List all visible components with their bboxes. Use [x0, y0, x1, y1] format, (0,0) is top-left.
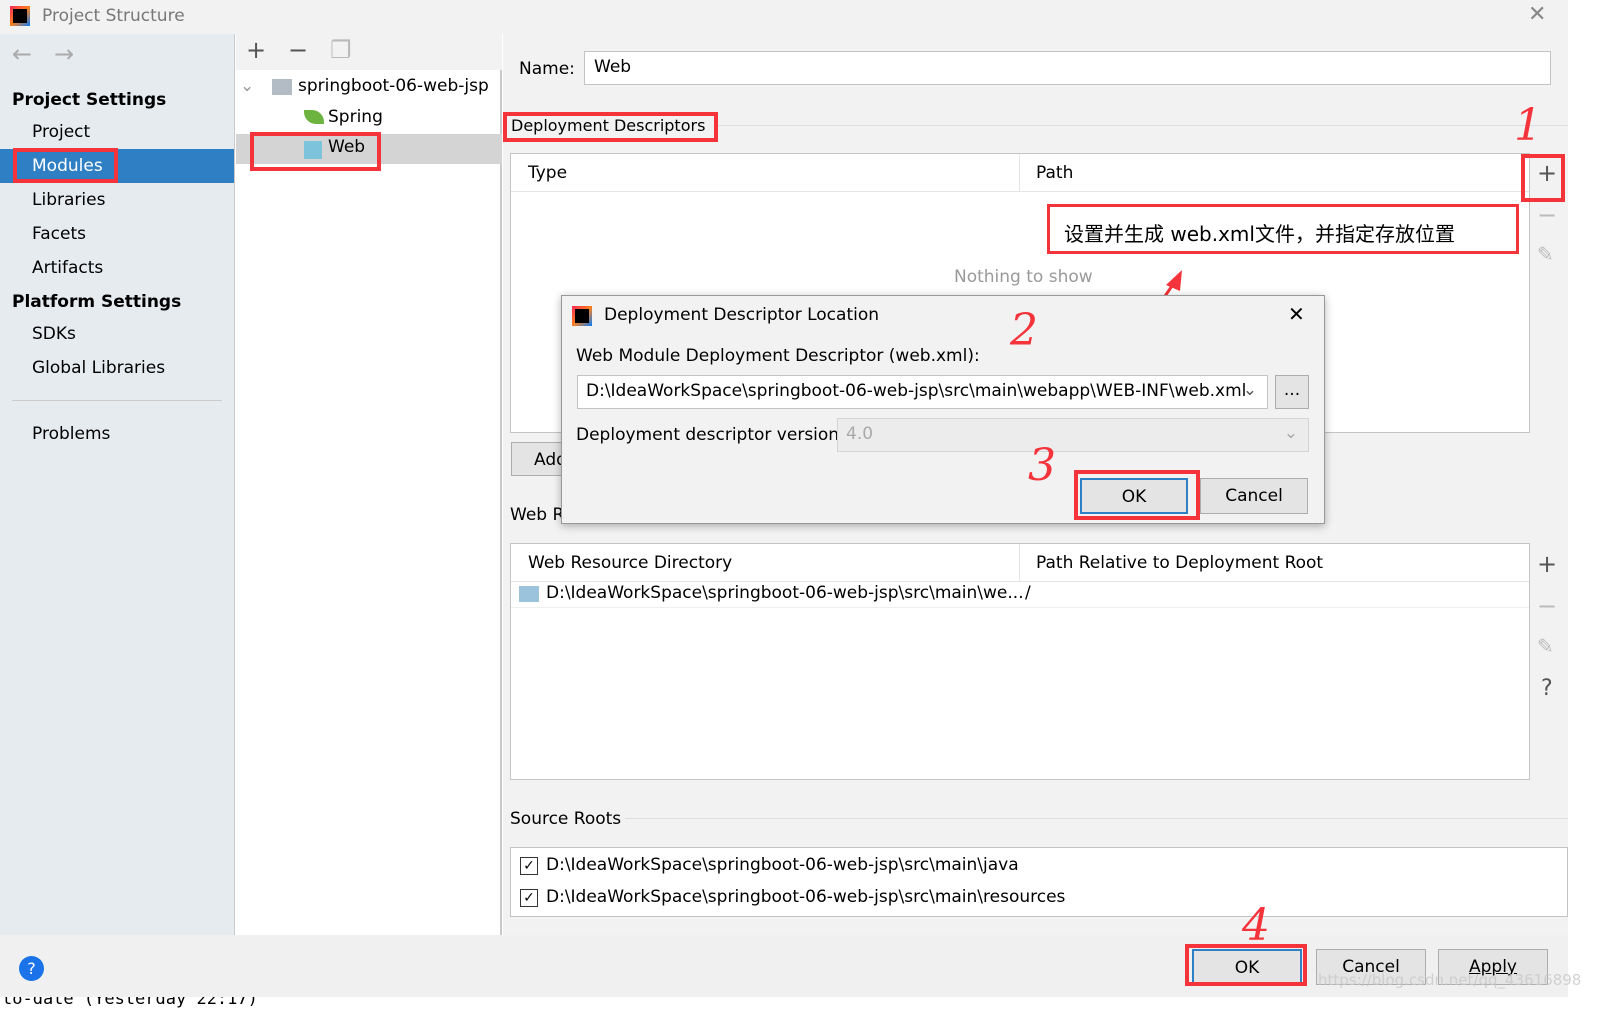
watermark: https://blog.csdn.net/qq_43616898: [1318, 971, 1582, 989]
status-text: to-date (Yesterday 22:17): [2, 997, 258, 1009]
web-resource-table: Web Resource Directory Path Relative to …: [510, 543, 1530, 780]
title-bar: Project Structure ✕: [0, 0, 1568, 34]
sidebar-item-libraries[interactable]: Libraries: [0, 183, 234, 217]
column-path-relative: Path Relative to Deployment Root: [1019, 544, 1323, 582]
add-icon[interactable]: +: [246, 36, 266, 64]
window-title: Project Structure: [42, 6, 185, 26]
name-input[interactable]: Web: [584, 51, 1551, 85]
descriptor-path-combobox[interactable]: D:\IdeaWorkSpace\springboot-06-web-jsp\s…: [577, 375, 1268, 409]
descriptor-path: D:\IdeaWorkSpace\springboot-06-web-jsp\s…: [586, 381, 1247, 401]
dialog-title: Deployment Descriptor Location: [604, 305, 880, 325]
checkbox[interactable]: ✓: [520, 857, 538, 875]
tree-item-spring[interactable]: Spring: [328, 107, 383, 127]
source-root-resources: D:\IdeaWorkSpace\springboot-06-web-jsp\s…: [546, 887, 1066, 907]
tree-item-web-selected[interactable]: Web: [236, 134, 502, 164]
platform-settings-heading: Platform Settings: [12, 292, 182, 312]
sidebar-item-project[interactable]: Project: [0, 115, 234, 149]
intellij-logo-icon: [10, 6, 30, 26]
web-resource-heading: Web R: [510, 505, 565, 525]
source-roots-list: ✓ D:\IdeaWorkSpace\springboot-06-web-jsp…: [510, 847, 1568, 917]
table-header: Type Path: [511, 154, 1529, 192]
sidebar-item-problems[interactable]: Problems: [0, 417, 234, 451]
sidebar-item-modules[interactable]: Modules: [0, 149, 234, 183]
folder-icon: [519, 586, 539, 602]
path-relative: /: [1025, 583, 1031, 603]
back-icon[interactable]: ←: [12, 40, 32, 68]
tree-toolbar: + − ❐: [236, 34, 502, 70]
remove-resource-icon[interactable]: −: [1537, 592, 1557, 620]
divider: [12, 400, 222, 401]
chevron-down-icon: ⌄: [1283, 423, 1298, 443]
table-header: Web Resource Directory Path Relative to …: [511, 544, 1529, 582]
descriptor-label: Web Module Deployment Descriptor (web.xm…: [576, 346, 980, 366]
spring-leaf-icon: [304, 110, 324, 124]
column-path: Path: [1019, 154, 1073, 192]
footer: ? OK Cancel Apply https://blog.csdn.net/…: [0, 935, 1581, 997]
step-1-label: 1: [1514, 100, 1542, 151]
module-folder-icon: [272, 79, 292, 95]
web-resource-directory: D:\IdeaWorkSpace\springboot-06-web-jsp\s…: [546, 583, 1024, 603]
browse-button[interactable]: ...: [1275, 375, 1309, 409]
intellij-logo-icon: [572, 306, 592, 326]
dialog-cancel-button[interactable]: Cancel: [1200, 478, 1308, 514]
dialog-close-icon[interactable]: ✕: [1288, 302, 1305, 326]
table-row[interactable]: D:\IdeaWorkSpace\springboot-06-web-jsp\s…: [511, 582, 1529, 608]
sidebar: ← → Project Settings Project Modules Lib…: [0, 34, 235, 935]
help-icon[interactable]: ?: [19, 956, 44, 981]
add-resource-icon[interactable]: +: [1537, 550, 1557, 578]
version-label: Deployment descriptor version: [576, 425, 840, 445]
forward-icon[interactable]: →: [54, 40, 74, 68]
version-value: 4.0: [846, 424, 874, 444]
sidebar-item-artifacts[interactable]: Artifacts: [0, 251, 234, 285]
close-icon[interactable]: ✕: [1528, 2, 1546, 27]
step-4-label: 4: [1242, 900, 1270, 951]
chevron-down-icon[interactable]: ⌄: [1243, 380, 1257, 400]
step-2-label: 2: [1010, 305, 1038, 356]
sidebar-item-sdks[interactable]: SDKs: [0, 317, 234, 351]
source-roots-heading: Source Roots: [510, 809, 622, 829]
edit-descriptor-icon[interactable]: ✎: [1537, 242, 1554, 266]
help-icon[interactable]: ?: [1541, 676, 1553, 701]
column-type: Type: [528, 163, 568, 183]
dialog-ok-button[interactable]: OK: [1080, 478, 1188, 514]
copy-icon[interactable]: ❐: [330, 36, 352, 64]
module-tree-panel: + − ❐ ⌄ springboot-06-web-jsp Spring Web: [236, 34, 502, 935]
deployment-descriptor-dialog: Deployment Descriptor Location ✕ Web Mod…: [561, 295, 1325, 524]
project-settings-heading: Project Settings: [12, 90, 167, 110]
deployment-descriptors-heading: Deployment Descriptors: [511, 116, 706, 135]
tree-item-root[interactable]: springboot-06-web-jsp: [298, 76, 489, 96]
version-select[interactable]: 4.0 ⌄: [837, 418, 1309, 452]
remove-icon[interactable]: −: [288, 36, 308, 64]
column-web-resource-directory: Web Resource Directory: [528, 553, 733, 573]
tree-item-web: Web: [328, 137, 366, 157]
empty-text: Nothing to show: [954, 267, 1093, 287]
web-facet-icon: [304, 141, 322, 159]
sidebar-item-facets[interactable]: Facets: [0, 217, 234, 251]
checkbox[interactable]: ✓: [520, 889, 538, 907]
remove-descriptor-icon[interactable]: −: [1537, 201, 1557, 229]
source-root-java: D:\IdeaWorkSpace\springboot-06-web-jsp\s…: [546, 855, 1019, 875]
step-3-label: 3: [1028, 440, 1056, 491]
chevron-down-icon[interactable]: ⌄: [240, 76, 254, 96]
sidebar-item-global-libraries[interactable]: Global Libraries: [0, 351, 234, 385]
edit-resource-icon[interactable]: ✎: [1537, 634, 1554, 658]
annotation-callout: 设置并生成 web.xml文件，并指定存放位置: [1047, 204, 1519, 254]
name-label: Name:: [519, 59, 575, 79]
status-strip: to-date (Yesterday 22:17): [0, 997, 1599, 1020]
add-descriptor-icon[interactable]: +: [1537, 159, 1557, 187]
ok-button[interactable]: OK: [1192, 949, 1302, 985]
